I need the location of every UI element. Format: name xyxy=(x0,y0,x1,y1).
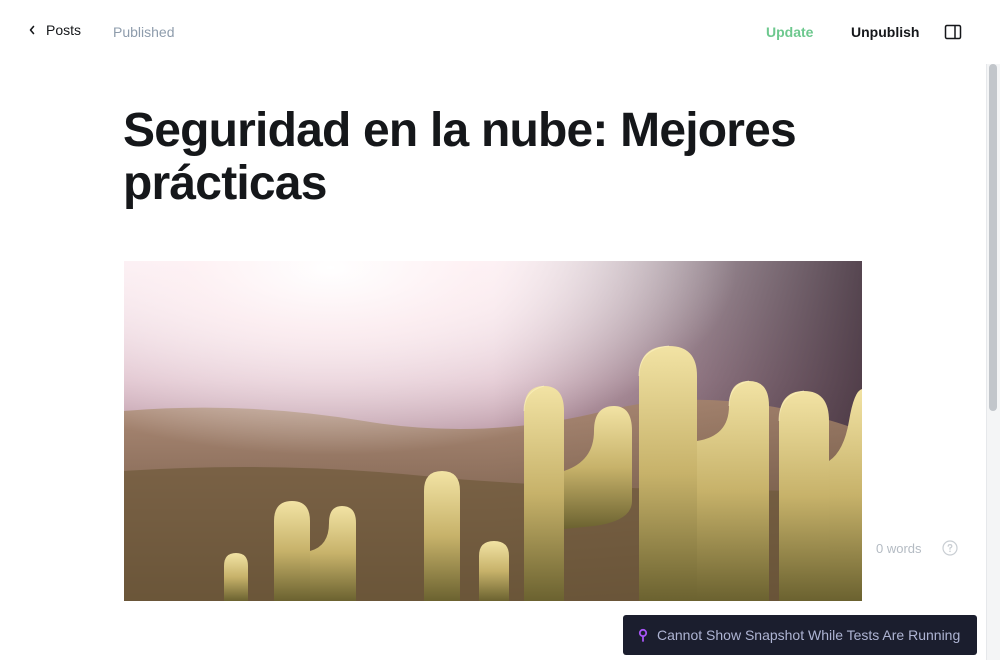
pin-icon xyxy=(637,628,649,642)
question-circle-icon[interactable] xyxy=(942,540,958,556)
editor-header: Posts Published Update Unpublish xyxy=(0,0,1000,64)
feature-image[interactable] xyxy=(124,261,862,601)
chevron-left-icon xyxy=(28,25,38,35)
word-count: 0 words xyxy=(876,541,922,556)
toast-message: Cannot Show Snapshot While Tests Are Run… xyxy=(657,627,961,643)
cactus-photo xyxy=(124,261,862,601)
sidebar-panel-icon[interactable] xyxy=(944,23,962,41)
snapshot-toast: Cannot Show Snapshot While Tests Are Run… xyxy=(623,615,977,655)
scrollbar-thumb[interactable] xyxy=(989,64,997,411)
unpublish-button[interactable]: Unpublish xyxy=(851,24,919,40)
post-title[interactable]: Seguridad en la nube: Mejores prácticas xyxy=(123,104,863,210)
back-to-posts-link[interactable]: Posts xyxy=(28,22,81,38)
post-status: Published xyxy=(113,24,175,40)
update-button[interactable]: Update xyxy=(766,24,813,40)
back-label: Posts xyxy=(46,22,82,38)
